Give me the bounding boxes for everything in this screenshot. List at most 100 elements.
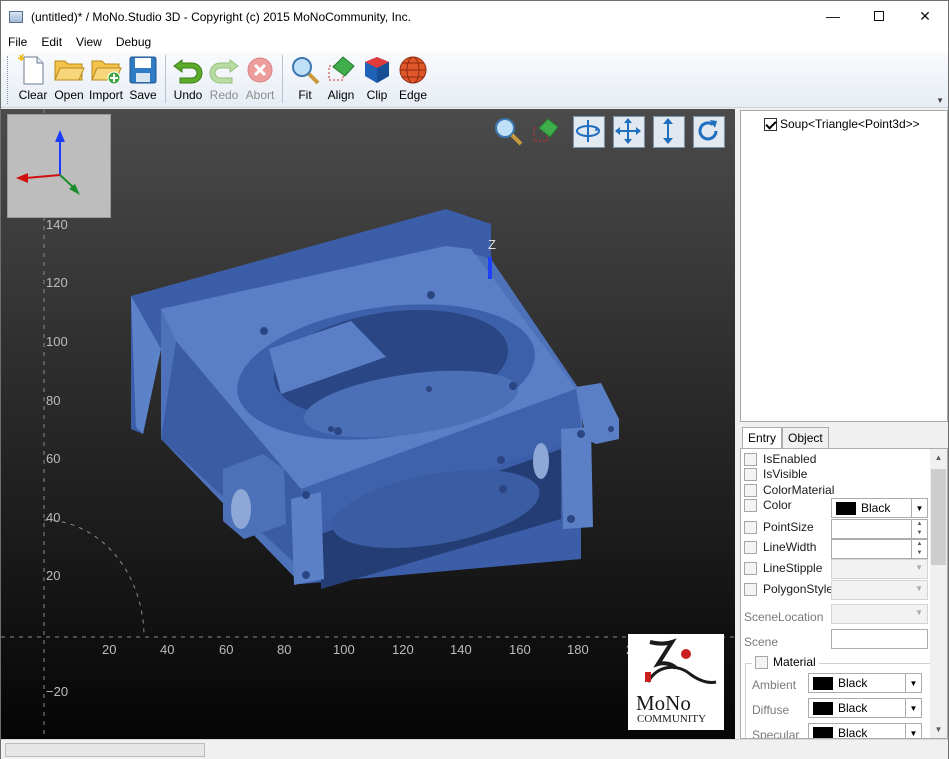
maximize-button[interactable] [856, 1, 902, 31]
chevron-down-icon[interactable]: ▼ [905, 724, 921, 738]
ambient-label: Ambient [752, 678, 797, 692]
3d-viewport[interactable]: 160 140 120 100 80 60 40 20 −20 20 40 60… [1, 109, 735, 739]
prop-scene: Scene [744, 635, 778, 649]
specular-label: Specular [752, 728, 800, 739]
line-stipple-checkbox[interactable] [744, 561, 757, 575]
color-combo[interactable]: Black ▼ [831, 498, 928, 518]
axis-orientation-widget[interactable] [7, 114, 111, 218]
tree-item-checkbox[interactable] [764, 117, 777, 131]
diffuse-value: Black [838, 701, 868, 715]
property-tabs: Entry Object [742, 427, 829, 450]
menu-edit[interactable]: Edit [34, 35, 69, 49]
scene-location-combo[interactable]: ▼ [831, 604, 928, 624]
diffuse-combo[interactable]: Black ▼ [808, 698, 922, 718]
logo-text-community: COMMUNITY [637, 713, 707, 725]
y-tick: −20 [46, 684, 68, 699]
scene-label: Scene [744, 635, 779, 649]
edge-label: Edge [399, 88, 428, 102]
chevron-down-icon[interactable]: ▼ [911, 499, 927, 517]
refresh-icon[interactable] [693, 116, 725, 148]
clip-label: Clip [366, 88, 388, 102]
menu-view[interactable]: View [69, 35, 109, 49]
scrollbar-thumb[interactable] [931, 469, 946, 565]
color-material-checkbox[interactable] [744, 483, 757, 497]
abort-label: Abort [245, 88, 275, 102]
import-button[interactable]: Import [87, 54, 125, 102]
3d-model [131, 209, 619, 589]
specular-swatch [813, 726, 833, 738]
abort-button[interactable]: Abort [242, 54, 278, 102]
is-visible-checkbox[interactable] [744, 467, 757, 481]
right-panel: Soup<Triangle<Point3d>> Entry Object IsE… [739, 109, 948, 739]
close-button[interactable]: ✕ [902, 1, 948, 31]
menu-bar: File Edit View Debug [1, 32, 948, 52]
polygon-style-checkbox[interactable] [744, 582, 757, 596]
prop-line-width[interactable]: LineWidth [744, 540, 816, 554]
toolbar-overflow-icon[interactable]: ▼ [936, 96, 944, 105]
polygon-style-combo[interactable]: ▼ [831, 580, 928, 600]
align-view-icon [325, 54, 357, 86]
tab-object[interactable]: Object [782, 427, 829, 449]
undo-button[interactable]: Undo [170, 54, 206, 102]
specular-combo[interactable]: Black ▼ [808, 723, 922, 738]
y-tick: 60 [46, 451, 60, 466]
prop-is-enabled[interactable]: IsEnabled [744, 452, 816, 466]
toolbar: Clear Open Import Save Undo Redo Abort F… [1, 52, 948, 108]
scroll-down-icon[interactable]: ▼ [930, 721, 947, 738]
point-size-checkbox[interactable] [744, 520, 757, 534]
open-button[interactable]: Open [51, 54, 87, 102]
zoom-vertical-icon[interactable] [653, 116, 685, 148]
line-width-field[interactable]: ▲ ▼ [831, 539, 928, 559]
edge-button[interactable]: Edge [395, 54, 431, 102]
prop-line-stipple[interactable]: LineStipple [744, 561, 822, 575]
scene-location-label: SceneLocation [744, 610, 824, 624]
chevron-down-icon[interactable]: ▼ [905, 699, 921, 717]
menu-debug[interactable]: Debug [109, 35, 158, 49]
mono-community-logo: MoNo COMMUNITY [628, 634, 724, 730]
material-checkbox[interactable] [755, 655, 768, 669]
save-button[interactable]: Save [125, 54, 161, 102]
scroll-up-icon[interactable]: ▲ [930, 449, 947, 466]
line-width-checkbox[interactable] [744, 540, 757, 554]
tree-item-soup[interactable]: Soup<Triangle<Point3d>> [764, 117, 920, 131]
view-align-icon[interactable] [531, 116, 563, 148]
align-button[interactable]: Align [323, 54, 359, 102]
x-tick: 180 [567, 642, 589, 657]
x-tick: 40 [160, 642, 174, 657]
prop-point-size[interactable]: PointSize [744, 520, 814, 534]
toolbar-grip[interactable] [7, 56, 11, 104]
prop-polygon-style[interactable]: PolygonStyle [744, 582, 833, 596]
material-header[interactable]: Material [752, 655, 819, 669]
menu-file[interactable]: File [1, 35, 34, 49]
x-tick: 100 [333, 642, 355, 657]
property-scrollbar[interactable]: ▲ ▼ [930, 449, 947, 738]
prop-color[interactable]: Color [744, 498, 792, 512]
clear-button[interactable]: Clear [15, 53, 51, 102]
point-size-label: PointSize [763, 520, 814, 534]
ambient-combo[interactable]: Black ▼ [808, 673, 922, 693]
line-width-spinner[interactable]: ▲ ▼ [911, 540, 927, 558]
minimize-button[interactable]: — [810, 1, 856, 31]
point-size-field[interactable]: ▲ ▼ [831, 519, 928, 539]
line-width-label: LineWidth [763, 540, 817, 554]
y-tick: 120 [46, 275, 68, 290]
tab-entry[interactable]: Entry [742, 427, 783, 450]
prop-is-visible[interactable]: IsVisible [744, 467, 807, 481]
view-zoom-icon[interactable] [493, 116, 525, 148]
prop-scene-location: SceneLocation [744, 610, 823, 624]
pan-move-icon[interactable] [613, 116, 645, 148]
point-size-spinner[interactable]: ▲ ▼ [911, 520, 927, 538]
redo-button[interactable]: Redo [206, 54, 242, 102]
orbit-rotate-icon[interactable] [573, 116, 605, 148]
fit-button[interactable]: Fit [287, 54, 323, 102]
cancel-icon [244, 54, 276, 86]
chevron-down-icon[interactable]: ▼ [905, 674, 921, 692]
scene-field[interactable] [831, 629, 928, 649]
is-enabled-label: IsEnabled [763, 452, 817, 466]
prop-color-material[interactable]: ColorMaterial [744, 483, 834, 497]
color-checkbox[interactable] [744, 498, 757, 512]
fit-label: Fit [298, 88, 312, 102]
is-enabled-checkbox[interactable] [744, 452, 757, 466]
line-stipple-combo[interactable]: ▼ [831, 559, 928, 579]
clip-button[interactable]: Clip [359, 54, 395, 102]
